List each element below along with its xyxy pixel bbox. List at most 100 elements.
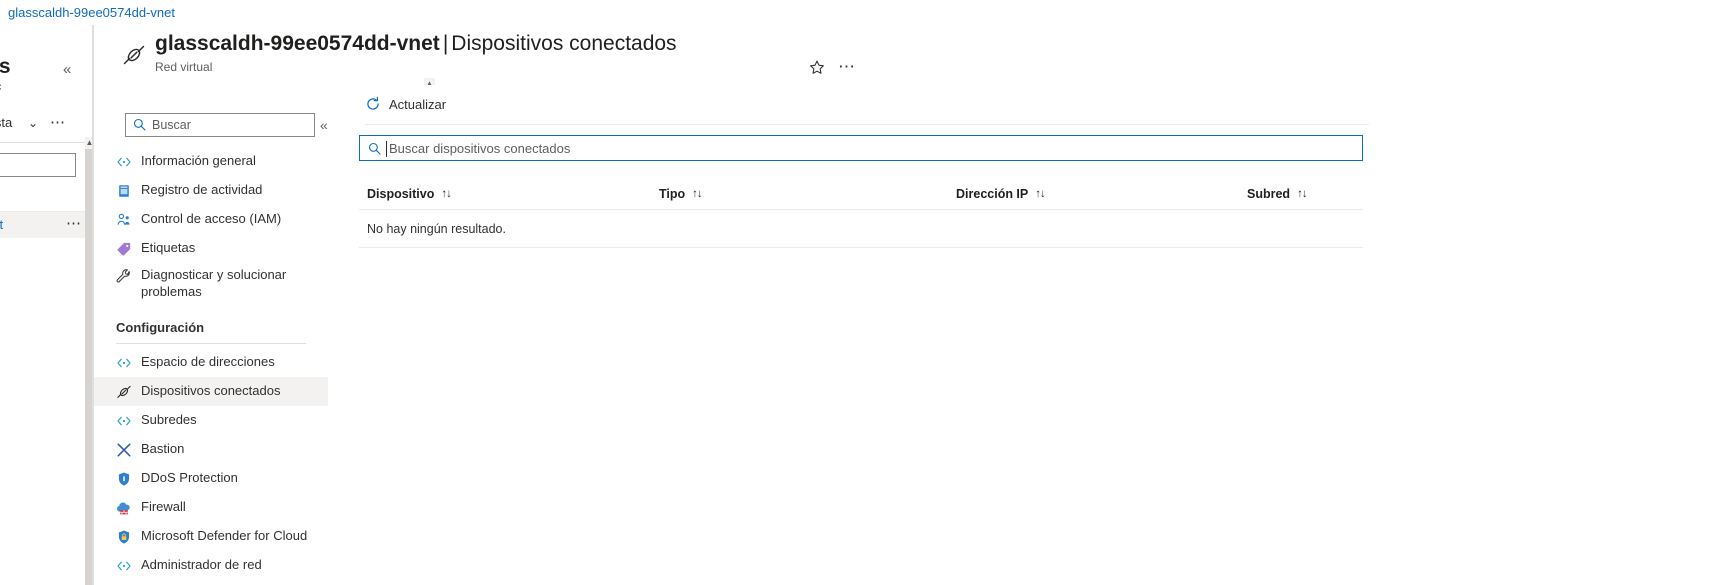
table-column-header[interactable]: Tipo ↑↓ <box>659 177 703 210</box>
chevron-double-left-icon[interactable]: « <box>63 61 71 78</box>
sidebar-item-label: Bastion <box>141 441 185 457</box>
nav-section-label: Configuración <box>116 320 205 335</box>
sidebar-item-label: Espacio de direcciones <box>141 354 275 370</box>
table-empty-row: No hay ningún resultado. <box>359 210 1363 248</box>
sidebar-item-subredes[interactable]: Subredes <box>94 406 328 435</box>
sort-updown-icon[interactable]: ↑↓ <box>1035 188 1045 200</box>
defender-shield-icon <box>116 529 132 545</box>
text-caret <box>386 141 387 157</box>
sidebar-item-label: Dispositivos conectados <box>141 383 281 399</box>
network-manager-icon <box>116 558 132 574</box>
table-header-row: Dispositivo ↑↓ Tipo ↑↓ Dirección IP ↑↓ Subred ↑… <box>359 177 1363 210</box>
table-column-label: Subred <box>1247 186 1291 201</box>
azure-portal-screen: glasscaldh-99ee0574dd-vnet os c « ista ⌄… <box>0 0 1716 585</box>
background-blade-subtitle: c <box>0 81 2 93</box>
sidebar-item-diagnosticar-y-solucionar-problemas[interactable]: Diagnosticar y solucionar problemas <box>94 263 328 303</box>
table-column-label: Dirección IP <box>956 186 1029 201</box>
background-blade: os c « ista ⌄ ⋯ net ⋯ ▲ <box>0 25 93 585</box>
nav-section-divider <box>116 343 306 344</box>
background-search-input[interactable] <box>0 153 76 177</box>
access-control-icon <box>116 212 132 228</box>
nav-item-list: Información general Registro de actividad… <box>94 147 328 585</box>
device-filter-placeholder: Buscar dispositivos conectados <box>389 141 571 156</box>
bastion-icon <box>116 442 132 458</box>
blade-header: glasscaldh-99ee0574dd-vnet | Dispositivos … <box>94 25 1716 85</box>
table-column-label: Dispositivo <box>367 186 435 201</box>
sidebar-item-informaci-n-general[interactable]: Información general <box>94 147 328 176</box>
table-column-label: Tipo <box>659 186 686 201</box>
activity-log-icon <box>116 183 132 199</box>
search-icon <box>133 118 146 131</box>
background-row-link[interactable]: net <box>0 217 3 232</box>
sidebar-item-label: Administrador de red <box>141 557 262 573</box>
nav-content-divider <box>341 85 342 585</box>
connected-devices-icon <box>116 384 132 400</box>
ellipsis-icon[interactable]: ⋯ <box>66 214 83 232</box>
page-subtitle: Red virtual <box>155 60 213 74</box>
nav-search-container <box>125 113 315 137</box>
table-column-header[interactable]: Dispositivo ↑↓ <box>367 177 452 210</box>
chevron-down-icon[interactable]: ⌄ <box>28 116 38 130</box>
page-title-section: Dispositivos conectados <box>451 32 677 55</box>
sidebar-item-espacio-de-direcciones[interactable]: Espacio de direcciones <box>94 348 328 377</box>
blade-content: Actualizar Buscar dispositivos conectado… <box>348 85 1716 585</box>
virtual-network-icon <box>121 42 147 68</box>
sidebar-item-ddos-protection[interactable]: DDoS Protection <box>94 464 328 493</box>
sidebar-item-control-de-acceso-iam[interactable]: Control de acceso (IAM) <box>94 205 328 234</box>
subnets-icon <box>116 413 132 429</box>
background-blade-title: os <box>0 55 11 79</box>
sidebar-item-label: DDoS Protection <box>141 470 238 486</box>
ddos-shield-icon <box>116 471 132 487</box>
breadcrumb-link-vnet[interactable]: glasscaldh-99ee0574dd-vnet <box>8 5 175 20</box>
chevron-double-left-icon[interactable]: « <box>320 113 328 137</box>
page-title-resource: glasscaldh-99ee0574dd-vnet <box>155 32 440 55</box>
table-column-header[interactable]: Subred ↑↓ <box>1247 177 1308 210</box>
blade-navigation: « Información general Registro de activid… <box>94 85 328 585</box>
sidebar-item-label: Control de acceso (IAM) <box>141 211 282 227</box>
sidebar-item-label: Subredes <box>141 412 197 428</box>
sidebar-item-microsoft-defender-for-cloud[interactable]: Microsoft Defender for Cloud <box>94 522 328 551</box>
page-title-separator: | <box>442 32 449 55</box>
command-bar-divider <box>365 124 1369 125</box>
sort-updown-icon[interactable]: ↑↓ <box>1297 188 1307 200</box>
connected-devices-table: Dispositivo ↑↓ Tipo ↑↓ Dirección IP ↑↓ Subred ↑… <box>359 177 1363 248</box>
sidebar-item-etiquetas[interactable]: Etiquetas <box>94 234 328 263</box>
ellipsis-icon[interactable]: ⋯ <box>50 113 67 131</box>
refresh-button-label: Actualizar <box>389 96 447 112</box>
table-column-header[interactable]: Dirección IP ↑↓ <box>956 177 1046 210</box>
sidebar-item-label: Microsoft Defender for Cloud <box>141 528 308 544</box>
chevron-up-icon[interactable]: ▲ <box>85 137 92 149</box>
breadcrumb: glasscaldh-99ee0574dd-vnet <box>0 0 1716 25</box>
sidebar-item-label: Etiquetas <box>141 240 196 256</box>
refresh-icon <box>365 96 381 112</box>
nav-search-input[interactable] <box>125 113 315 137</box>
sidebar-item-dispositivos-conectados[interactable]: Dispositivos conectados <box>94 377 328 406</box>
connected-devices-blade: glasscaldh-99ee0574dd-vnet | Dispositivos … <box>93 25 1716 585</box>
sidebar-item-registro-de-actividad[interactable]: Registro de actividad <box>94 176 328 205</box>
sidebar-item-label: Información general <box>141 153 256 169</box>
divider <box>0 142 85 143</box>
wrench-icon <box>116 269 132 285</box>
tags-icon <box>116 241 132 257</box>
sidebar-item-label: Registro de actividad <box>141 182 263 198</box>
address-space-icon <box>116 355 132 371</box>
nav-section-header: Configuración <box>94 303 328 337</box>
ellipsis-icon[interactable]: ⋯ <box>838 58 857 76</box>
refresh-button[interactable]: Actualizar <box>365 92 446 116</box>
sort-updown-icon[interactable]: ↑↓ <box>692 188 702 200</box>
device-filter-input[interactable]: Buscar dispositivos conectados <box>359 135 1363 161</box>
star-outline-icon[interactable] <box>808 59 826 77</box>
sort-updown-icon[interactable]: ↑↓ <box>441 188 451 200</box>
sidebar-item-label: Firewall <box>141 499 186 515</box>
firewall-icon <box>116 500 132 516</box>
background-scrollbar[interactable] <box>85 137 92 585</box>
sidebar-item-bastion[interactable]: Bastion <box>94 435 328 464</box>
page-title: glasscaldh-99ee0574dd-vnet | Dispositivos … <box>155 32 677 56</box>
table-empty-message: No hay ningún resultado. <box>367 221 506 236</box>
sidebar-item-label: Diagnosticar y solucionar problemas <box>141 267 287 299</box>
sidebar-item-administrador-de-red[interactable]: Administrador de red <box>94 551 328 580</box>
sidebar-item-firewall[interactable]: Firewall <box>94 493 328 522</box>
search-icon <box>368 142 381 155</box>
background-blade-command[interactable]: ista <box>0 115 12 130</box>
command-bar: Actualizar <box>365 85 1369 124</box>
